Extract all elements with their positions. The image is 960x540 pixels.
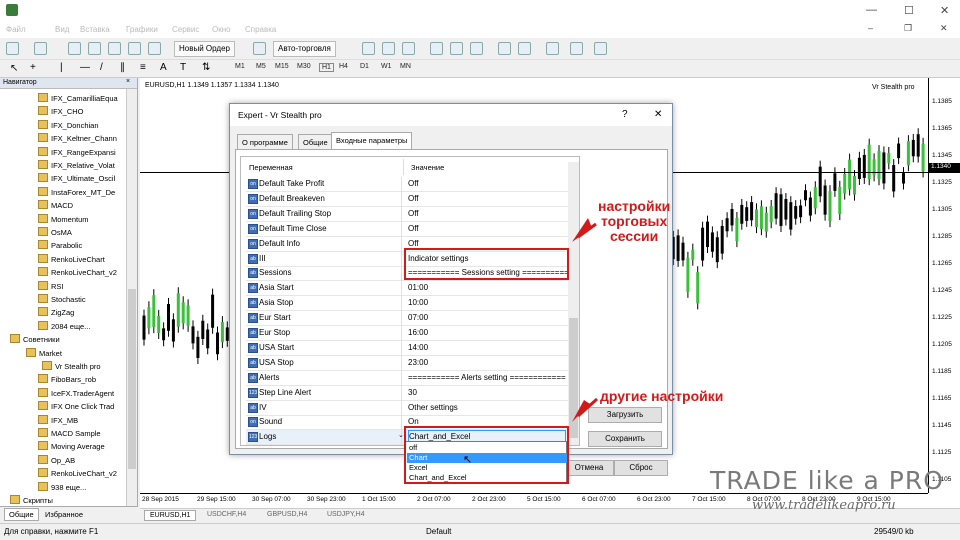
arrow-to-other [572, 400, 590, 422]
annotation-arrows [572, 218, 599, 422]
